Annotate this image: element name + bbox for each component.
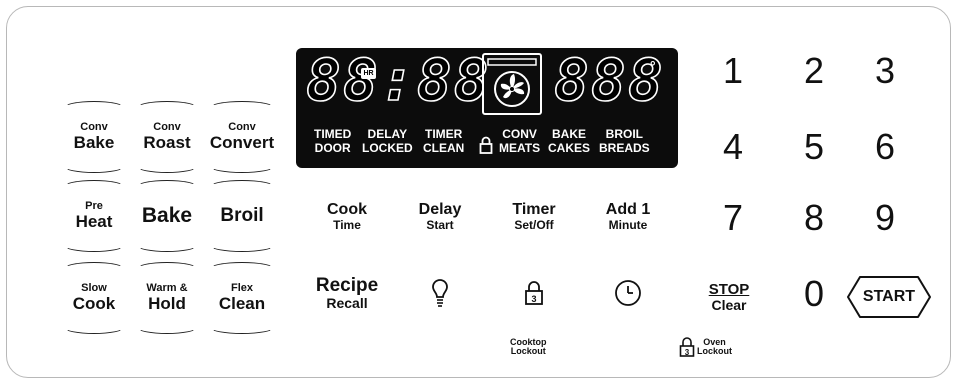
add-1-minute-button[interactable]: Add 1 Minute bbox=[582, 188, 674, 246]
pre-heat-bottom-label: Heat bbox=[75, 211, 113, 231]
degree-symbol: ° bbox=[650, 58, 656, 74]
timed-label: TIMED bbox=[314, 127, 352, 141]
start-label: START bbox=[862, 288, 916, 305]
oven-fan-icon bbox=[482, 53, 542, 115]
conv-bake-button[interactable]: Conv Bake bbox=[58, 101, 130, 173]
timer-bottom-label: Set/Off bbox=[514, 218, 554, 233]
cakes-label: CAKES bbox=[548, 140, 591, 155]
pre-heat-button[interactable]: Pre Heat bbox=[58, 180, 130, 252]
warm-hold-bottom-label: Hold bbox=[148, 293, 186, 313]
key-9[interactable]: 9 bbox=[858, 191, 912, 245]
cook-time-button[interactable]: Cook Time bbox=[301, 188, 393, 246]
time-readout: 88:88 bbox=[305, 45, 491, 115]
bake-cakes-label: BAKE CAKES bbox=[548, 127, 591, 156]
temperature-readout: 888 bbox=[553, 45, 665, 115]
key-3[interactable]: 3 bbox=[858, 44, 912, 98]
recall-label: Recall bbox=[326, 294, 368, 311]
warm-hold-button[interactable]: Warm & Hold bbox=[131, 262, 203, 334]
recipe-recall-button[interactable]: Recipe Recall bbox=[301, 264, 393, 322]
oven-light-button[interactable] bbox=[394, 264, 486, 322]
locked-label: LOCKED bbox=[362, 140, 413, 155]
oven-lockout-caption: Oven Lockout bbox=[697, 337, 732, 357]
cooktop-lock-number: 3 bbox=[531, 294, 536, 304]
clock-button[interactable] bbox=[582, 264, 674, 322]
conv-roast-bottom-label: Roast bbox=[143, 132, 191, 152]
cook-time-bottom-label: Time bbox=[333, 218, 361, 233]
key-8[interactable]: 8 bbox=[787, 191, 841, 245]
delay-label: DELAY bbox=[367, 127, 408, 141]
cooktop-lock-icon: 3 bbox=[525, 281, 543, 305]
key-6[interactable]: 6 bbox=[858, 120, 912, 174]
conv-meats-label: CONV MEATS bbox=[499, 127, 541, 156]
oven-lock-number: 3 bbox=[685, 348, 690, 357]
flex-clean-button[interactable]: Flex Clean bbox=[204, 262, 280, 334]
key-4[interactable]: 4 bbox=[706, 120, 760, 174]
broil-button[interactable]: Broil bbox=[204, 180, 280, 252]
delay-start-top-label: Delay bbox=[418, 201, 462, 219]
cooktop-lockout-button[interactable]: 3 bbox=[488, 264, 580, 322]
key-7[interactable]: 7 bbox=[706, 191, 760, 245]
stop-clear-button[interactable]: STOP Clear bbox=[688, 268, 770, 326]
clean-label: CLEAN bbox=[423, 140, 465, 155]
key-2[interactable]: 2 bbox=[787, 44, 841, 98]
door-label: DOOR bbox=[314, 140, 351, 155]
broil-breads-label: BROIL BREADS bbox=[599, 127, 650, 156]
cooktop-lockout-caption: Cooktop Lockout bbox=[510, 337, 547, 357]
timer-set-off-button[interactable]: Timer Set/Off bbox=[488, 188, 580, 246]
delay-start-button[interactable]: Delay Start bbox=[394, 188, 486, 246]
timer-clean-label: TIMER CLEAN bbox=[423, 127, 465, 156]
broil-indicator-label: BROIL bbox=[605, 127, 643, 141]
lock-icon bbox=[479, 136, 493, 154]
hr-badge: HR bbox=[361, 68, 376, 79]
bake-button[interactable]: Bake bbox=[131, 180, 203, 252]
flex-clean-bottom-label: Clean bbox=[218, 293, 266, 313]
conv-label: CONV bbox=[502, 127, 537, 141]
delay-locked-label: DELAY LOCKED bbox=[362, 127, 413, 156]
clock-icon bbox=[615, 280, 641, 306]
timer-label: TIMER bbox=[425, 127, 463, 141]
key-1[interactable]: 1 bbox=[706, 44, 760, 98]
oven-display: 88:88 HR 888 ° TIMED DOOR DELAY LOCKED T… bbox=[296, 45, 678, 168]
slow-cook-bottom-label: Cook bbox=[72, 293, 116, 313]
key-5[interactable]: 5 bbox=[787, 120, 841, 174]
start-button[interactable]: START bbox=[846, 274, 932, 320]
conv-bake-bottom-label: Bake bbox=[73, 132, 115, 152]
bake-label: Bake bbox=[141, 203, 193, 227]
key-0[interactable]: 0 bbox=[787, 267, 841, 321]
add-1-top-label: Add 1 bbox=[605, 201, 651, 219]
recipe-label: Recipe bbox=[315, 274, 379, 296]
slow-cook-button[interactable]: Slow Cook bbox=[58, 262, 130, 334]
light-bulb-icon bbox=[432, 279, 448, 307]
conv-convert-button[interactable]: Conv Convert bbox=[204, 101, 280, 173]
add-1-bottom-label: Minute bbox=[608, 218, 648, 233]
delay-start-bottom-label: Start bbox=[426, 218, 454, 233]
cook-time-top-label: Cook bbox=[327, 201, 367, 219]
stop-label: STOP bbox=[708, 280, 750, 298]
broil-label: Broil bbox=[220, 205, 264, 227]
conv-roast-button[interactable]: Conv Roast bbox=[131, 101, 203, 173]
breads-label: BREADS bbox=[599, 140, 650, 155]
clear-label: Clear bbox=[711, 296, 747, 313]
bake-indicator-label: BAKE bbox=[552, 127, 587, 141]
timed-door-label: TIMED DOOR bbox=[314, 127, 352, 156]
oven-lock-icon: 3 bbox=[679, 337, 695, 357]
timer-top-label: Timer bbox=[512, 201, 556, 219]
meats-label: MEATS bbox=[499, 140, 541, 155]
conv-convert-bottom-label: Convert bbox=[209, 132, 275, 152]
